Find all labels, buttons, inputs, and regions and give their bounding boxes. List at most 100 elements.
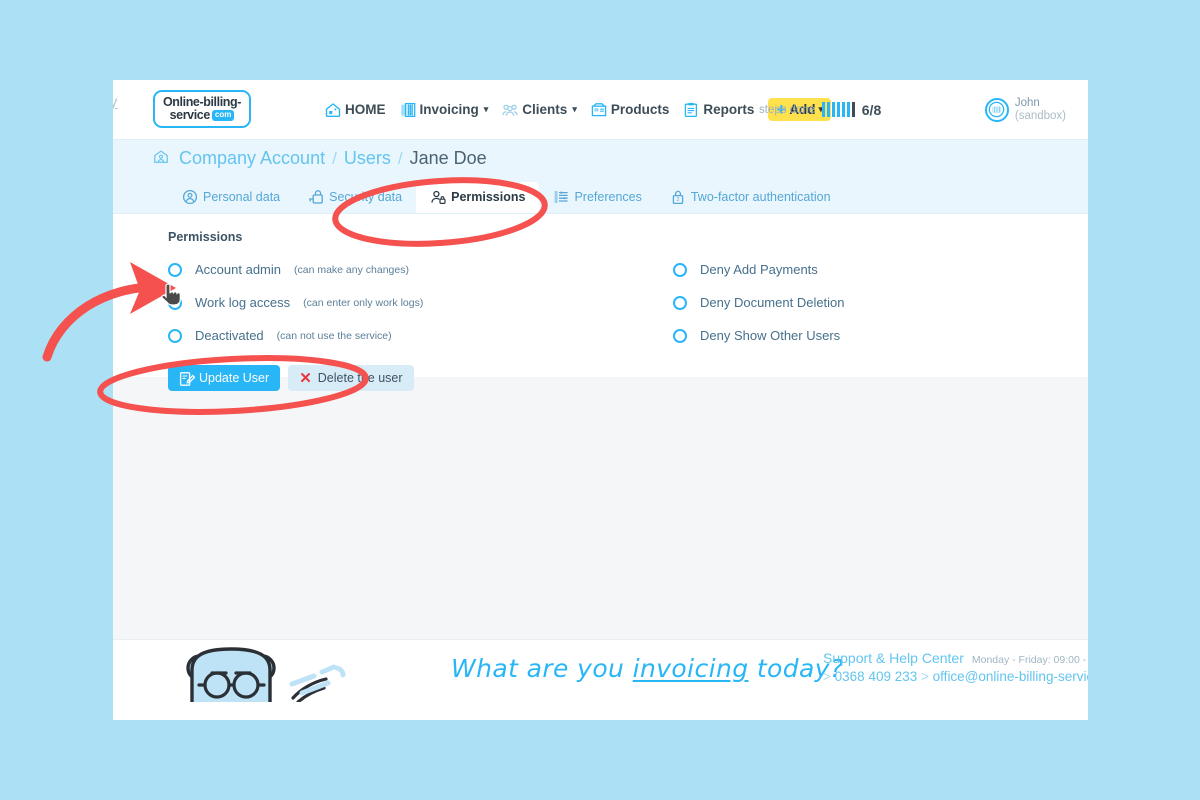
logo-com-badge: com xyxy=(211,110,235,121)
person-key-icon xyxy=(430,189,446,205)
support-hours: Monday - Friday: 09:00 - 17:00 xyxy=(971,654,1088,666)
radio-deny-add-payments[interactable] xyxy=(673,262,687,277)
edit-document-icon xyxy=(179,371,195,386)
support-email[interactable]: office@online-billing-service. xyxy=(933,669,1088,684)
breadcrumb-item-users[interactable]: Users xyxy=(344,148,391,169)
permission-label: Deny Document Deletion xyxy=(700,295,845,310)
padlock-icon: 2 xyxy=(670,189,686,205)
radio-deny-document-deletion[interactable] xyxy=(673,295,687,310)
top-navigation-bar: by Online-billing- service com HOME Invo… xyxy=(113,80,1088,139)
nav-label-reports: Reports xyxy=(703,102,755,117)
tab-security-data[interactable]: Security data xyxy=(294,182,416,213)
breadcrumb-separator: / xyxy=(397,148,403,168)
user-avatar-icon xyxy=(984,97,1009,122)
support-phone[interactable]: 0368 409 233 xyxy=(835,669,918,684)
reports-icon xyxy=(683,102,699,118)
nav-item-products[interactable]: Products xyxy=(591,102,670,118)
nav-label-clients: Clients xyxy=(522,102,568,117)
chevron-down-icon: ▾ xyxy=(572,104,577,114)
tab-two-factor-authentication[interactable]: 2 Two-factor authentication xyxy=(656,182,845,213)
brand-logo[interactable]: Online-billing- service com xyxy=(153,90,251,128)
nav-item-invoicing[interactable]: Invoicing ▾ xyxy=(400,102,489,118)
clients-icon xyxy=(502,102,519,118)
permission-option-deny-show-other-users[interactable]: Deny Show Other Users xyxy=(673,328,845,343)
delete-user-label: Delete the user xyxy=(317,371,403,385)
chevron-down-icon: ▾ xyxy=(483,104,489,114)
bear-mascot-icon xyxy=(176,646,356,707)
home-icon xyxy=(325,102,341,118)
permission-label: Deactivated xyxy=(195,328,264,343)
close-x-icon: ✕ xyxy=(299,369,312,387)
radio-work-log-access[interactable] xyxy=(168,295,182,310)
permissions-column-right: Deny Add Payments Deny Document Deletion… xyxy=(673,262,845,343)
permission-label: Deny Add Payments xyxy=(700,262,818,277)
nav-item-clients[interactable]: Clients ▾ xyxy=(502,102,577,118)
user-environment: (sandbox) xyxy=(1014,109,1066,122)
tagline-pre: What are you xyxy=(451,654,633,683)
app-window: by Online-billing- service com HOME Invo… xyxy=(113,80,1088,720)
nav-label-invoicing: Invoicing xyxy=(419,102,479,117)
breadcrumb-item-jane-doe: Jane Doe xyxy=(409,148,487,168)
nav-label-home: HOME xyxy=(345,102,386,117)
permissions-column-left: Account admin (can make any changes) Wor… xyxy=(168,262,673,343)
permission-label: Work log access xyxy=(195,295,291,310)
tab-permissions[interactable]: Permissions xyxy=(416,182,540,213)
breadcrumb: Company Account / Users / Jane Doe xyxy=(113,139,1088,177)
radio-account-admin[interactable] xyxy=(168,262,182,277)
step-bar xyxy=(847,102,850,117)
permissions-panel: Permissions Account admin (can make any … xyxy=(113,214,1088,391)
person-circle-icon xyxy=(182,189,198,205)
chevron-right-icon: > xyxy=(921,669,929,684)
tab-bar: Personal data Security data Permissions … xyxy=(113,177,1088,214)
panel-title: Permissions xyxy=(168,230,243,244)
empty-content-area xyxy=(113,377,1088,639)
user-name: John xyxy=(1014,96,1040,109)
screenshot-stage: by Online-billing- service com HOME Invo… xyxy=(0,0,1200,800)
tagline-underlined: invoicing xyxy=(632,654,749,683)
list-settings-icon xyxy=(553,189,569,205)
permission-option-deny-document-deletion[interactable]: Deny Document Deletion xyxy=(673,295,845,310)
breadcrumb-separator: / xyxy=(332,148,337,168)
tab-label-two-factor-authentication: Two-factor authentication xyxy=(690,190,831,204)
main-nav: HOME Invoicing ▾ Clients ▾ Products Repo… xyxy=(325,80,832,139)
breadcrumb-item-company-account[interactable]: Company Account xyxy=(179,148,325,169)
tab-label-preferences: Preferences xyxy=(574,190,642,204)
permission-label: Account admin xyxy=(195,262,281,277)
pre-logo-text: by xyxy=(113,94,118,112)
permission-hint: (can not use the service) xyxy=(276,329,392,342)
permission-option-account-admin[interactable]: Account admin (can make any changes) xyxy=(168,262,673,277)
support-title[interactable]: Support & Help Center xyxy=(823,650,964,666)
permissions-grid: Account admin (can make any changes) Wor… xyxy=(113,262,1088,343)
step-bar xyxy=(822,102,825,117)
chevron-right-icon: > xyxy=(823,669,831,684)
user-menu[interactable]: John (sandbox) xyxy=(984,80,1066,139)
company-account-icon xyxy=(153,149,172,168)
step-bar xyxy=(852,102,855,117)
radio-deactivated[interactable] xyxy=(168,328,182,343)
permission-option-deny-add-payments[interactable]: Deny Add Payments xyxy=(673,262,845,277)
pre-logo-label: by xyxy=(113,94,118,111)
radio-deny-show-other-users[interactable] xyxy=(673,328,687,343)
footer-tagline: What are you invoicing today? xyxy=(451,654,844,683)
tab-label-personal-data: Personal data xyxy=(203,190,281,204)
products-icon xyxy=(591,102,607,118)
permission-option-deactivated[interactable]: Deactivated (can not use the service) xyxy=(168,328,673,343)
permission-option-work-log-access[interactable]: Work log access (can enter only work log… xyxy=(168,295,673,310)
support-block: Support & Help Center Monday - Friday: 0… xyxy=(823,650,1088,684)
step-bar xyxy=(842,102,845,117)
footer: What are you invoicing today? Support & … xyxy=(113,639,1088,706)
step-bar xyxy=(837,102,840,117)
update-user-label: Update User xyxy=(199,371,270,385)
tab-personal-data[interactable]: Personal data xyxy=(168,182,294,213)
delete-user-button[interactable]: ✕ Delete the user xyxy=(288,365,414,391)
steps-bars xyxy=(822,102,855,117)
tab-preferences[interactable]: Preferences xyxy=(539,182,655,213)
nav-item-reports[interactable]: Reports xyxy=(683,102,754,118)
nav-label-products: Products xyxy=(610,102,670,117)
steps-progress: steps done 6/8 xyxy=(759,80,881,139)
permission-hint: (can enter only work logs) xyxy=(303,296,424,309)
nav-item-home[interactable]: HOME xyxy=(325,102,386,118)
steps-label: steps done xyxy=(759,103,816,116)
update-user-button[interactable]: Update User xyxy=(168,365,281,391)
logo-line2: service xyxy=(169,108,211,122)
